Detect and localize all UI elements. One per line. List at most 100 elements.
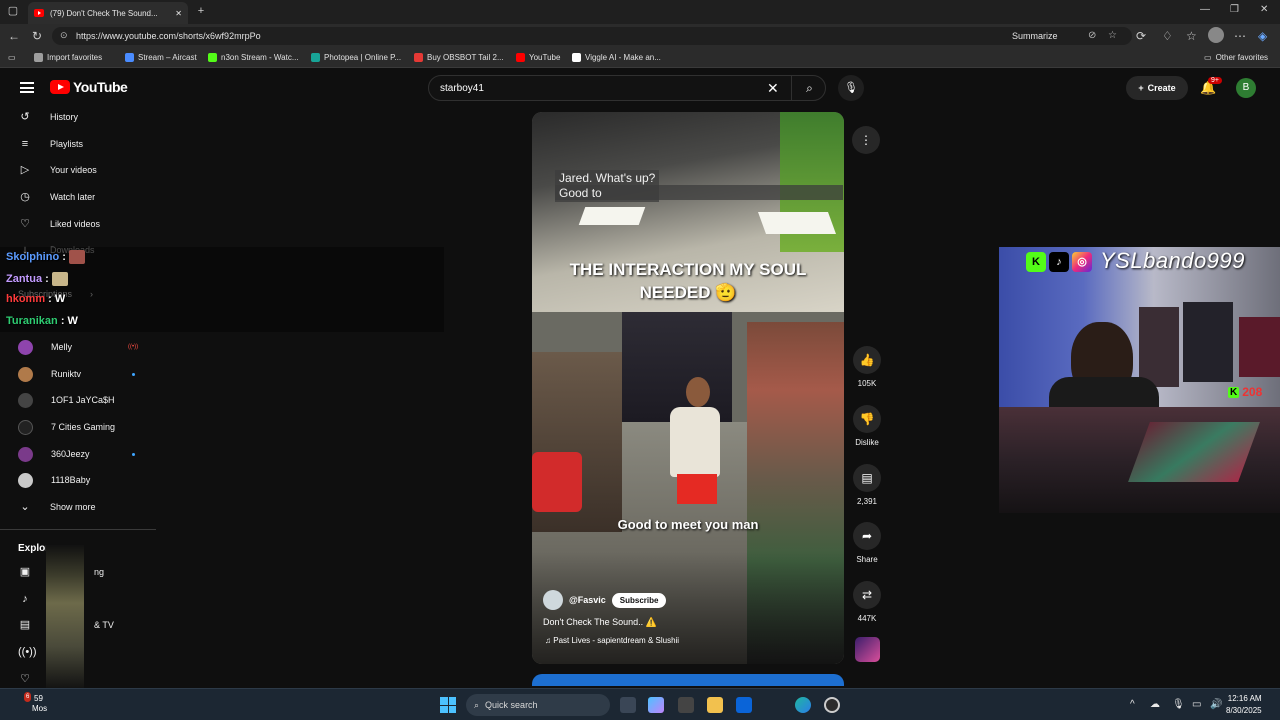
weather-widget[interactable]: 59 Mos 6 xyxy=(10,692,47,714)
search-button[interactable]: ⌕ xyxy=(791,76,827,100)
chat-message: hkomm : W xyxy=(6,293,66,305)
avatar xyxy=(18,392,33,408)
close-window-icon[interactable]: ✕ xyxy=(1260,4,1268,15)
sidebar-sub-1118baby[interactable]: 1118Baby xyxy=(18,470,90,490)
video-door xyxy=(622,312,732,422)
search-box[interactable]: starboy41 ✕ ⌕ xyxy=(428,75,826,101)
your-videos-icon: ▷ xyxy=(20,164,30,176)
folder-icon: ▭ xyxy=(1204,53,1212,62)
sidebar-sub-1of1[interactable]: 1OF1 JaYCa$H xyxy=(18,390,115,410)
comments-button[interactable]: ▤ 2,391 xyxy=(848,464,886,506)
taskbar-search[interactable]: ⌕ Quick search xyxy=(466,694,610,716)
browser-essentials-icon[interactable]: ♢ xyxy=(1162,29,1173,43)
menu-icon[interactable] xyxy=(20,82,34,93)
clock[interactable]: 12:16 AM 8/30/2025 xyxy=(1226,693,1262,717)
search-input[interactable]: starboy41 xyxy=(440,83,484,94)
more-options-icon[interactable]: ⋮ xyxy=(852,126,880,154)
chevron-up-icon[interactable]: ^ xyxy=(1130,699,1135,710)
browser-tab[interactable]: (79) Don't Check The Sound... ✕ xyxy=(28,2,188,24)
favorite-star-icon[interactable]: ☆ xyxy=(1108,30,1117,41)
copilot-icon[interactable]: ◈ xyxy=(1258,29,1267,43)
refresh-icon[interactable]: ↻ xyxy=(32,29,42,43)
start-button[interactable] xyxy=(440,697,456,713)
sidebar-item-history[interactable]: ↺ History xyxy=(18,107,78,127)
voice-search-button[interactable]: 🎙 xyxy=(838,75,864,101)
sidebar-item-watch-later[interactable]: ◷ Watch later xyxy=(18,187,95,207)
clear-search-icon[interactable]: ✕ xyxy=(767,80,779,97)
youtube-logo[interactable]: YouTube xyxy=(50,79,128,95)
like-button[interactable]: 👍 105K xyxy=(848,346,886,388)
sidebar-sub-melly[interactable]: Melly xyxy=(18,337,72,357)
dislike-button[interactable]: 👎 Dislike xyxy=(848,405,886,447)
instagram-icon: ◎ xyxy=(1072,252,1092,272)
remix-button[interactable]: ⇄ 447K xyxy=(848,581,886,623)
file-explorer-icon[interactable] xyxy=(707,697,723,713)
video-subtitle: Good to meet you man xyxy=(617,517,759,532)
history-icon: ↺ xyxy=(20,111,30,123)
maximize-icon[interactable]: ❐ xyxy=(1230,4,1239,15)
outlook-icon[interactable] xyxy=(736,697,752,713)
youtube-favicon-icon xyxy=(34,9,44,17)
sidebar-item-live[interactable]: ((•)) xyxy=(18,642,37,662)
chevron-down-icon: ⌄ xyxy=(20,501,30,513)
new-tab-icon[interactable]: + xyxy=(194,4,208,18)
channel-avatar[interactable] xyxy=(543,590,563,610)
bookmark-photopea[interactable]: Photopea | Online P... xyxy=(311,53,401,62)
cam-keyboard xyxy=(1128,422,1260,482)
bookmark-import-favorites[interactable]: Import favorites xyxy=(34,53,102,62)
show-more-button[interactable]: ⌄ Show more xyxy=(18,497,95,517)
task-view-icon[interactable] xyxy=(620,697,636,713)
edge-icon[interactable] xyxy=(795,697,811,713)
tab-close-icon[interactable]: ✕ xyxy=(175,9,182,18)
settings-more-icon[interactable]: ⋯ xyxy=(1234,29,1246,43)
bookmark-obsbot[interactable]: Buy OBSBOT Tail 2... xyxy=(414,53,504,62)
mic-icon[interactable]: 🎙 xyxy=(1172,699,1185,710)
copilot-app-icon[interactable] xyxy=(648,697,664,713)
video-title[interactable]: Don't Check The Sound.. ⚠️ xyxy=(543,617,657,628)
bookmark-aircast[interactable]: Stream – Aircast xyxy=(125,53,197,62)
video-person xyxy=(677,474,717,504)
tab-actions-icon[interactable]: ▢ xyxy=(6,4,20,18)
extensions-icon[interactable]: ⟳ xyxy=(1136,29,1146,43)
bookmark-n3on[interactable]: n3on Stream - Watc... xyxy=(208,53,299,62)
minimize-icon[interactable]: — xyxy=(1200,4,1210,15)
channel-name[interactable]: @Fasvic xyxy=(569,595,606,605)
favorites-icon[interactable]: ☆ xyxy=(1186,29,1197,43)
emote-icon xyxy=(68,250,85,264)
sidebar-item-gaming[interactable]: ♡ xyxy=(18,669,32,689)
sidebar-toggle-icon[interactable]: ▭ xyxy=(8,53,16,62)
caption-line: Jared. What's up? xyxy=(559,171,656,185)
site-info-icon[interactable]: ⊙ xyxy=(60,30,68,41)
other-favorites[interactable]: ▭ Other favorites xyxy=(1204,53,1268,62)
sidebar-sub-360jeezy[interactable]: 360Jeezy xyxy=(18,444,90,464)
cam-person xyxy=(1049,377,1159,407)
create-button[interactable]: + Create xyxy=(1126,76,1188,100)
subscribe-button[interactable]: Subscribe xyxy=(611,592,667,608)
sidebar-sub-runiktv[interactable]: Runiktv xyxy=(18,364,81,384)
url-field[interactable]: ⊙ https://www.youtube.com/shorts/x6wf92m… xyxy=(52,27,1132,45)
share-button[interactable]: ➦ Share xyxy=(848,522,886,564)
sidebar-item-playlists[interactable]: ≡ Playlists xyxy=(18,134,83,154)
next-short-preview[interactable] xyxy=(532,674,844,686)
sound-thumbnail[interactable] xyxy=(855,637,880,662)
volume-icon[interactable]: 🔊 xyxy=(1210,699,1222,710)
search-icon: ⌕ xyxy=(806,81,813,95)
browser-profile-avatar[interactable] xyxy=(1208,27,1224,43)
music-credit[interactable]: ♫ Past Lives - sapientdream & Slushii xyxy=(545,636,679,645)
sidebar-item-music[interactable]: ♪ xyxy=(18,589,32,609)
bookmark-youtube[interactable]: YouTube xyxy=(516,53,560,62)
cloud-icon[interactable]: ☁ xyxy=(1150,699,1160,710)
display-icon[interactable]: ▭ xyxy=(1192,699,1201,710)
bookmark-viggle[interactable]: Viggle AI - Make an... xyxy=(572,53,661,62)
sidebar-item-liked-videos[interactable]: ♡ Liked videos xyxy=(18,214,100,234)
read-aloud-icon[interactable]: ⊘ xyxy=(1088,30,1096,41)
obs-icon[interactable] xyxy=(824,697,840,713)
back-icon[interactable]: ← xyxy=(8,29,20,43)
clock-time: 12:16 AM xyxy=(1227,694,1262,703)
music-note-icon: ♪ xyxy=(22,593,28,605)
store-app-icon[interactable] xyxy=(678,697,694,713)
account-avatar[interactable]: B xyxy=(1236,78,1256,98)
sidebar-item-your-videos[interactable]: ▷ Your videos xyxy=(18,160,97,180)
sidebar-sub-7cities[interactable]: 7 Cities Gaming xyxy=(18,417,115,437)
summarize-button[interactable]: Summarize xyxy=(1012,31,1058,41)
